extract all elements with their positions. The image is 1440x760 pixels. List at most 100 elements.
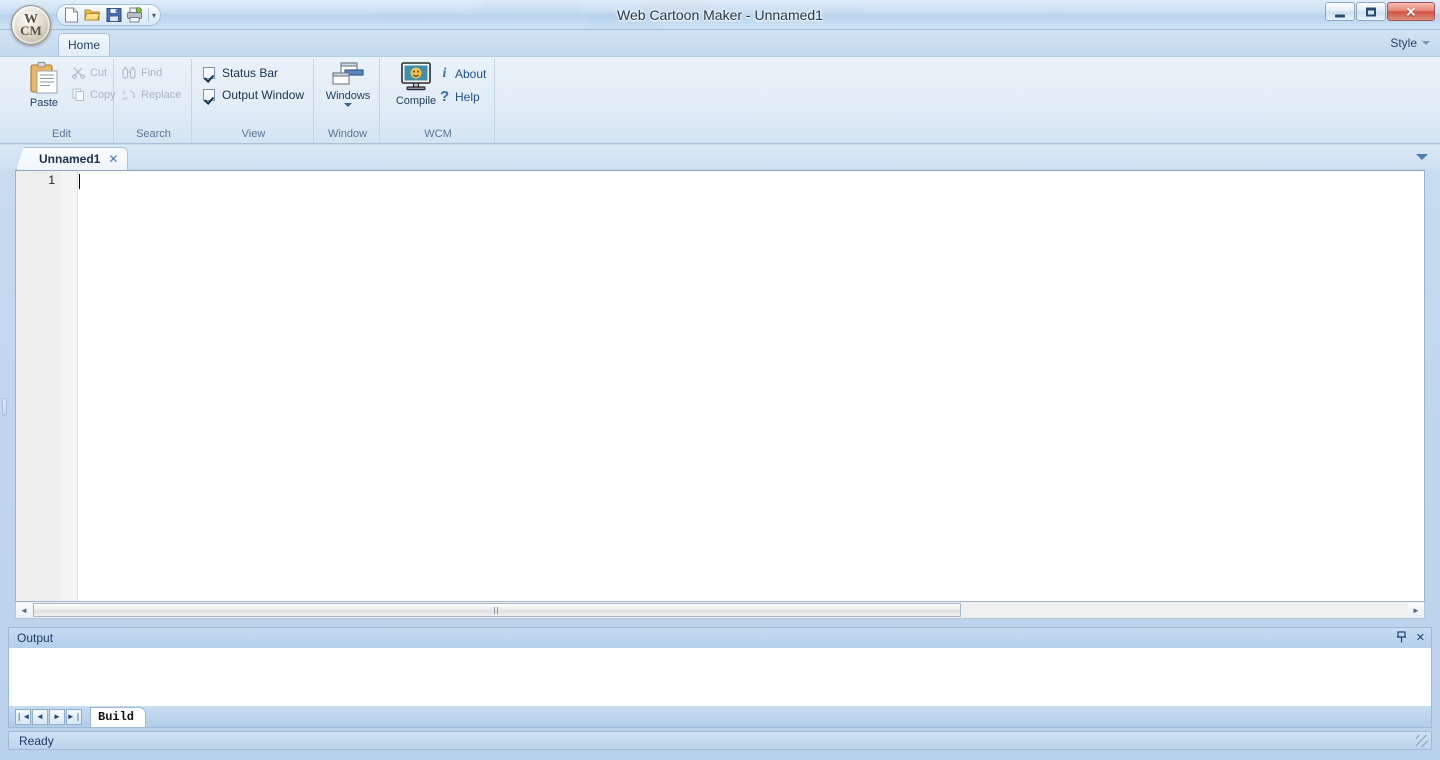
document-tab-unnamed1[interactable]: Unnamed1 ✕ bbox=[16, 147, 129, 170]
output-panel-header: Output ✕ bbox=[8, 627, 1432, 648]
editor-text-area[interactable] bbox=[78, 171, 1424, 601]
pin-icon[interactable] bbox=[1396, 631, 1407, 646]
compile-monitor-icon bbox=[401, 62, 431, 91]
copy-button-label: Copy bbox=[90, 88, 116, 101]
style-menu-button[interactable]: Style bbox=[1390, 36, 1430, 50]
info-icon: i bbox=[442, 66, 447, 81]
editor-marker-strip[interactable] bbox=[61, 171, 78, 601]
ribbon-group-window: Windows Window bbox=[316, 59, 380, 143]
output-window-checkbox[interactable]: Output Window bbox=[203, 88, 304, 102]
customize-toolbar-icon[interactable]: ▾ bbox=[152, 11, 156, 20]
ribbon-group-search-title: Search bbox=[136, 128, 171, 140]
copy-button[interactable]: Copy bbox=[72, 88, 116, 101]
compile-button[interactable]: Compile bbox=[388, 61, 444, 123]
print-icon[interactable] bbox=[124, 6, 145, 25]
ribbon-group-wcm: Compile i About ? Help WCM bbox=[382, 59, 495, 143]
ribbon-group-search-body: Find a ae Replace bbox=[116, 59, 191, 123]
windows-button[interactable]: Windows bbox=[320, 61, 376, 123]
minimize-icon bbox=[1335, 14, 1345, 17]
replace-button[interactable]: a ae Replace bbox=[122, 88, 182, 102]
document-tab-label: Unnamed1 bbox=[39, 152, 101, 166]
restore-button[interactable] bbox=[1356, 2, 1386, 21]
close-icon[interactable]: ✕ bbox=[108, 152, 118, 166]
ribbon-group-search: Find a ae Replace Search bbox=[116, 59, 192, 143]
minimize-button[interactable] bbox=[1325, 2, 1355, 21]
copy-icon bbox=[72, 88, 84, 101]
resize-grip-icon[interactable] bbox=[1416, 735, 1428, 747]
app-logo-icon: W CM bbox=[15, 9, 47, 41]
status-bar-checkbox[interactable]: Status Bar bbox=[203, 66, 278, 80]
svg-text:ae: ae bbox=[123, 96, 129, 101]
output-panel-tab-bar: ❘◄ ◄ ► ►❘ Build bbox=[8, 706, 1432, 728]
last-button[interactable]: ►❘ bbox=[66, 708, 82, 725]
scroll-right-button[interactable]: ► bbox=[1408, 602, 1424, 618]
ribbon-group-wcm-title: WCM bbox=[424, 128, 452, 140]
compile-button-label: Compile bbox=[395, 95, 437, 107]
replace-button-label: Replace bbox=[141, 88, 182, 101]
toolbar-separator bbox=[148, 8, 149, 22]
paste-button[interactable]: Paste bbox=[18, 61, 70, 123]
style-menu-label: Style bbox=[1390, 36, 1417, 50]
window-controls: ✕ bbox=[1325, 2, 1435, 21]
close-icon[interactable]: ✕ bbox=[1416, 633, 1425, 644]
scroll-left-button[interactable]: ◄ bbox=[16, 602, 32, 618]
output-panel: Output ✕ ❘◄ ◄ ► ►❘ Build bbox=[8, 627, 1432, 728]
previous-button[interactable]: ◄ bbox=[32, 708, 48, 725]
cut-button-label: Cut bbox=[90, 66, 108, 79]
checkbox-icon bbox=[203, 89, 215, 101]
status-bar-checkbox-label: Status Bar bbox=[222, 66, 279, 80]
chevron-down-icon bbox=[1422, 41, 1430, 45]
close-button[interactable]: ✕ bbox=[1387, 2, 1435, 21]
replace-icon: a ae bbox=[122, 90, 136, 101]
application-menu-button[interactable]: W CM bbox=[11, 5, 51, 45]
help-button[interactable]: ? Help bbox=[440, 88, 480, 105]
ribbon-group-view: Status Bar Output Window View bbox=[194, 59, 314, 143]
panel-splitter-handle[interactable] bbox=[2, 398, 7, 416]
window-title: Web Cartoon Maker - Unnamed1 bbox=[617, 7, 823, 23]
question-mark-icon: ? bbox=[440, 88, 450, 105]
output-nav-buttons: ❘◄ ◄ ► ►❘ bbox=[15, 708, 82, 725]
output-panel-content[interactable] bbox=[8, 648, 1432, 706]
code-editor[interactable]: 1 bbox=[15, 170, 1425, 602]
text-caret bbox=[79, 174, 80, 189]
new-document-icon[interactable] bbox=[61, 6, 82, 25]
main-window: Web Cartoon Maker - Unnamed1 ✕ W CM ▾ Ho… bbox=[0, 0, 1440, 752]
status-text: Ready bbox=[19, 733, 54, 748]
line-number: 1 bbox=[48, 173, 55, 187]
open-folder-icon[interactable] bbox=[82, 6, 103, 25]
output-tab-build[interactable]: Build bbox=[90, 706, 147, 727]
about-button[interactable]: i About bbox=[440, 66, 487, 82]
scrollbar-thumb[interactable] bbox=[33, 603, 961, 617]
output-panel-title: Output bbox=[17, 631, 54, 645]
ribbon-group-view-title: View bbox=[241, 128, 266, 140]
find-button[interactable]: Find bbox=[122, 66, 162, 79]
editor-horizontal-scrollbar[interactable]: ◄ ► bbox=[15, 602, 1425, 619]
title-bar: Web Cartoon Maker - Unnamed1 ✕ bbox=[0, 0, 1440, 30]
save-disk-icon[interactable] bbox=[103, 6, 124, 25]
tab-home[interactable]: Home bbox=[58, 33, 110, 57]
ribbon-group-edit-body: Paste Cut Copy bbox=[10, 59, 116, 123]
status-bar: Ready bbox=[8, 731, 1432, 750]
paste-button-label: Paste bbox=[29, 97, 59, 109]
document-tab-bar: Unnamed1 ✕ bbox=[0, 145, 1440, 170]
cut-button[interactable]: Cut bbox=[72, 66, 107, 79]
quick-access-toolbar: ▾ bbox=[56, 4, 162, 26]
checkbox-icon bbox=[203, 67, 215, 79]
find-button-label: Find bbox=[141, 66, 163, 79]
first-button[interactable]: ❘◄ bbox=[15, 708, 31, 725]
output-panel-header-buttons: ✕ bbox=[1396, 631, 1425, 646]
ribbon-group-view-body: Status Bar Output Window bbox=[194, 59, 313, 123]
close-icon: ✕ bbox=[1405, 4, 1417, 19]
paste-icon bbox=[30, 62, 58, 94]
output-window-checkbox-label: Output Window bbox=[222, 88, 305, 102]
ribbon-group-wcm-body: Compile i About ? Help bbox=[382, 59, 494, 123]
scissors-icon bbox=[72, 67, 85, 79]
ribbon: Paste Cut Copy Edit Find a ae Replace Se… bbox=[0, 56, 1440, 144]
next-button[interactable]: ► bbox=[49, 708, 65, 725]
chevron-down-icon[interactable] bbox=[344, 103, 352, 107]
cascade-windows-icon bbox=[332, 62, 364, 85]
ribbon-group-edit-title: Edit bbox=[52, 128, 71, 140]
ribbon-tab-row: Home Style bbox=[0, 30, 1440, 57]
tab-list-dropdown-icon[interactable] bbox=[1416, 154, 1428, 160]
application-window: Web Cartoon Maker - Unnamed1 ✕ W CM ▾ Ho… bbox=[0, 0, 1440, 760]
